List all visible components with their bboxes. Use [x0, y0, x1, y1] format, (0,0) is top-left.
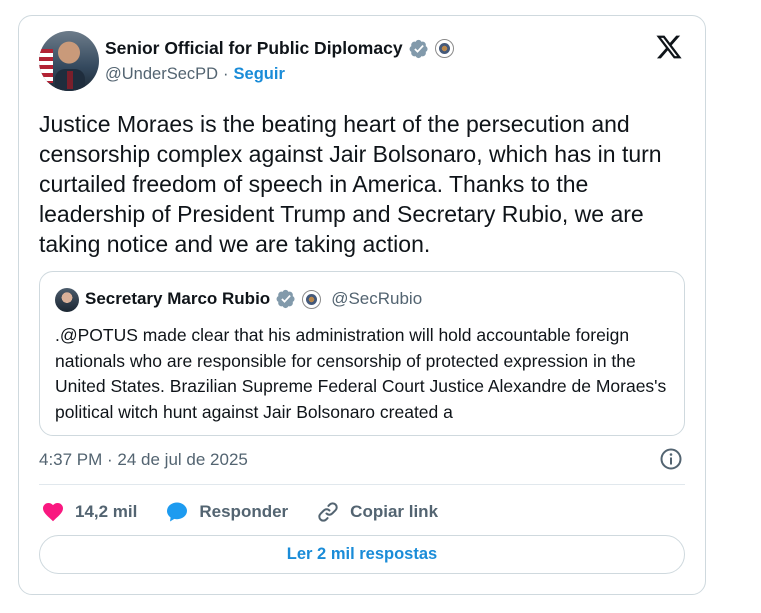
tweet-text: Justice Moraes is the beating heart of t… [39, 111, 662, 257]
like-count: 14,2 mil [75, 502, 138, 521]
author-handle[interactable]: @UnderSecPD [105, 65, 218, 84]
department-seal-icon [302, 289, 322, 309]
copy-link-label: Copiar link [350, 502, 439, 521]
author-name[interactable]: Senior Official for Public Diplomacy [105, 38, 403, 59]
quote-header: Secretary Marco Rubio @SecRubio [85, 289, 422, 309]
tweet-card: Senior Official for Public Diplomacy @Un… [18, 15, 706, 595]
tie-graphic [67, 71, 73, 89]
reply-label: Responder [199, 502, 289, 521]
link-icon [318, 502, 338, 522]
read-replies-button[interactable]: Ler 2 mil respostas [39, 535, 685, 574]
quote-author-name: Secretary Marco Rubio [85, 289, 271, 308]
divider [39, 484, 685, 485]
tweet-timestamp[interactable]: 4:37 PM · 24 de jul de 2025 [39, 450, 248, 470]
heart-icon [43, 503, 63, 522]
info-icon[interactable] [659, 447, 683, 471]
reply-button[interactable]: Responder [165, 500, 288, 524]
speech-bubble-icon [167, 502, 188, 522]
verified-badge-icon [409, 39, 428, 58]
separator-dot: · [223, 65, 229, 83]
quote-avatar[interactable] [55, 288, 79, 312]
flag-graphic [39, 49, 53, 83]
department-seal-icon [434, 39, 454, 58]
read-replies-label: Ler 2 mil respostas [286, 545, 438, 563]
author-name-row: Senior Official for Public Diplomacy [105, 38, 454, 59]
follow-button[interactable]: Seguir [234, 65, 285, 84]
copy-link-button[interactable]: Copiar link [316, 500, 438, 524]
author-handle-row: @UnderSecPD · Seguir [105, 65, 285, 84]
x-logo-icon[interactable] [655, 33, 683, 61]
quoted-tweet[interactable]: Secretary Marco Rubio @SecRubio .@POTUS … [39, 271, 685, 436]
action-bar: 14,2 mil Responder Copiar link [41, 498, 466, 526]
like-button[interactable]: 14,2 mil [41, 500, 137, 524]
quote-text: .@POTUS made clear that his administrati… [55, 325, 667, 422]
quote-author-handle: @SecRubio [331, 289, 423, 308]
verified-badge-icon [276, 289, 295, 309]
author-avatar[interactable] [39, 31, 99, 91]
